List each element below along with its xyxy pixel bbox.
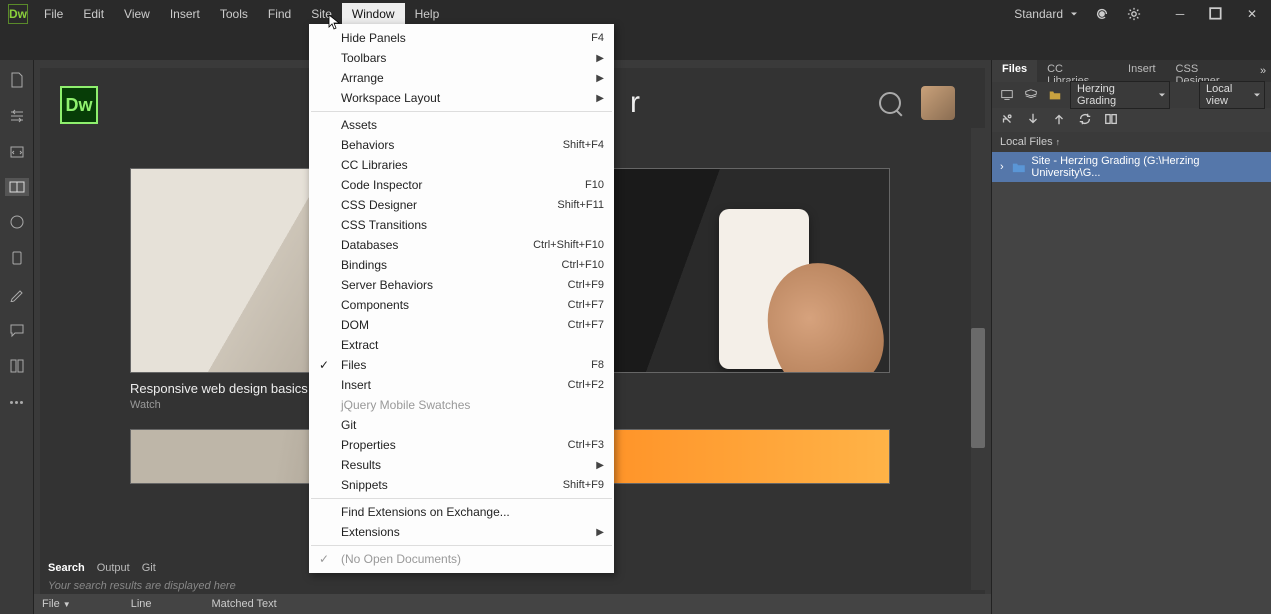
col-file: File ▼	[42, 598, 71, 610]
code-icon[interactable]	[7, 142, 27, 162]
chevron-right-icon: ▶	[596, 527, 604, 538]
panel-overflow-icon[interactable]: »	[1255, 60, 1271, 82]
tab-search[interactable]: Search	[48, 562, 85, 574]
menubar: Dw FileEditViewInsertToolsFindSiteWindow…	[0, 0, 1271, 28]
start-heading: r	[630, 86, 640, 120]
menu-item-extensions[interactable]: Extensions▶	[309, 522, 614, 542]
menu-item-jquery-mobile-swatches: jQuery Mobile Swatches	[309, 395, 614, 415]
live-icon[interactable]	[7, 212, 27, 232]
menu-item-insert[interactable]: InsertCtrl+F2	[309, 375, 614, 395]
inspect-icon[interactable]	[7, 248, 27, 268]
search-hint: Your search results are displayed here	[40, 578, 244, 594]
folder-icon	[1012, 161, 1026, 173]
status-columns: File ▼ Line Matched Text	[34, 594, 991, 614]
scrollbar-vertical[interactable]	[971, 128, 985, 590]
col-matched-text: Matched Text	[212, 598, 277, 610]
menu-file[interactable]: File	[34, 3, 73, 25]
computer-icon[interactable]	[998, 86, 1016, 104]
menu-item-databases[interactable]: DatabasesCtrl+Shift+F10	[309, 235, 614, 255]
pen-icon[interactable]	[7, 284, 27, 304]
site-root-label: Site - Herzing Grading (G:\Herzing Unive…	[1031, 155, 1265, 179]
dreamweaver-logo-icon: Dw	[60, 86, 98, 124]
menu-help[interactable]: Help	[405, 3, 450, 25]
menu-window[interactable]: Window	[342, 3, 405, 25]
chevron-right-icon: ▶	[596, 93, 604, 104]
menu-item-git[interactable]: Git	[309, 415, 614, 435]
split-icon[interactable]	[5, 178, 29, 196]
menu-item-results[interactable]: Results▶	[309, 455, 614, 475]
tab-output[interactable]: Output	[97, 562, 130, 574]
workspace-dropdown[interactable]: Standard	[1006, 5, 1081, 23]
menu-item-extract[interactable]: Extract	[309, 335, 614, 355]
menu-item-server-behaviors[interactable]: Server BehaviorsCtrl+F9	[309, 275, 614, 295]
chevron-right-icon: ▶	[596, 53, 604, 64]
col-line: Line	[131, 598, 152, 610]
comment-icon[interactable]	[7, 320, 27, 340]
expand-icon[interactable]	[1104, 112, 1118, 129]
maximize-button[interactable]	[1205, 3, 1227, 25]
panel-tab-cc-libraries[interactable]: CC Libraries	[1037, 60, 1118, 82]
collapse-icon[interactable]	[7, 356, 27, 376]
sync-icon[interactable]	[1078, 112, 1092, 129]
connect-toggle-icon[interactable]	[1000, 112, 1014, 129]
window-menu-dropdown: Hide PanelsF4Toolbars▶Arrange▶Workspace …	[309, 24, 614, 573]
menu-edit[interactable]: Edit	[73, 3, 114, 25]
menu-item-assets[interactable]: Assets	[309, 115, 614, 135]
manage-icon[interactable]	[7, 106, 27, 126]
menu-item-snippets[interactable]: SnippetsShift+F9	[309, 475, 614, 495]
app-logo-icon: Dw	[8, 4, 28, 24]
menu-item-files[interactable]: FilesF8	[309, 355, 614, 375]
panel-tab-files[interactable]: Files	[992, 60, 1037, 82]
menu-item-components[interactable]: ComponentsCtrl+F7	[309, 295, 614, 315]
file-icon[interactable]	[7, 70, 27, 90]
search-icon[interactable]	[879, 92, 901, 114]
search-panel-tabs: Search Output Git	[40, 558, 244, 578]
menu-item-workspace-layout[interactable]: Workspace Layout▶	[309, 88, 614, 108]
chevron-right-icon: ▶	[596, 73, 604, 84]
menu-item-hide-panels[interactable]: Hide PanelsF4	[309, 28, 614, 48]
more-tools[interactable]	[7, 392, 27, 412]
view-dropdown[interactable]: Local view	[1199, 81, 1265, 109]
panel-tab-css-designer[interactable]: CSS Designer	[1166, 60, 1256, 82]
menu-item-bindings[interactable]: BindingsCtrl+F10	[309, 255, 614, 275]
minimize-button[interactable]: ─	[1169, 3, 1191, 25]
menu-item-cc-libraries[interactable]: CC Libraries	[309, 155, 614, 175]
menu-item-dom[interactable]: DOMCtrl+F7	[309, 315, 614, 335]
put-icon[interactable]	[1052, 112, 1066, 129]
panel-tab-insert[interactable]: Insert	[1118, 60, 1166, 82]
sync-icon[interactable]	[1091, 3, 1113, 25]
menu-tools[interactable]: Tools	[210, 3, 258, 25]
folder-icon	[1046, 86, 1064, 104]
menu-view[interactable]: View	[114, 3, 160, 25]
menu-find[interactable]: Find	[258, 3, 301, 25]
menu-item-code-inspector[interactable]: Code InspectorF10	[309, 175, 614, 195]
site-root-row[interactable]: › Site - Herzing Grading (G:\Herzing Uni…	[992, 152, 1271, 182]
files-column-header[interactable]: Local Files ↑	[992, 132, 1271, 152]
chevron-right-icon: ▶	[596, 460, 604, 471]
toolstrip	[0, 28, 1271, 60]
site-dropdown[interactable]: Herzing Grading	[1070, 81, 1170, 109]
chevron-right-icon: ›	[998, 161, 1006, 173]
get-icon[interactable]	[1026, 112, 1040, 129]
tab-git[interactable]: Git	[142, 562, 156, 574]
servers-icon[interactable]	[1022, 86, 1040, 104]
user-avatar[interactable]	[921, 86, 955, 120]
close-button[interactable]: ✕	[1241, 3, 1263, 25]
gear-icon[interactable]	[1123, 3, 1145, 25]
menu-item-properties[interactable]: PropertiesCtrl+F3	[309, 435, 614, 455]
menu-item-behaviors[interactable]: BehaviorsShift+F4	[309, 135, 614, 155]
left-toolbar	[0, 60, 34, 614]
menu-item-css-transitions[interactable]: CSS Transitions	[309, 215, 614, 235]
files-panel: FilesCC LibrariesInsertCSS Designer» Her…	[991, 60, 1271, 614]
menu-item-find-extensions-on-exchange[interactable]: Find Extensions on Exchange...	[309, 502, 614, 522]
menu-item-no-open-documents: (No Open Documents)	[309, 549, 614, 569]
menu-insert[interactable]: Insert	[160, 3, 210, 25]
menu-item-css-designer[interactable]: CSS DesignerShift+F11	[309, 195, 614, 215]
menu-item-toolbars[interactable]: Toolbars▶	[309, 48, 614, 68]
mouse-cursor-icon	[328, 14, 340, 33]
menu-item-arrange[interactable]: Arrange▶	[309, 68, 614, 88]
